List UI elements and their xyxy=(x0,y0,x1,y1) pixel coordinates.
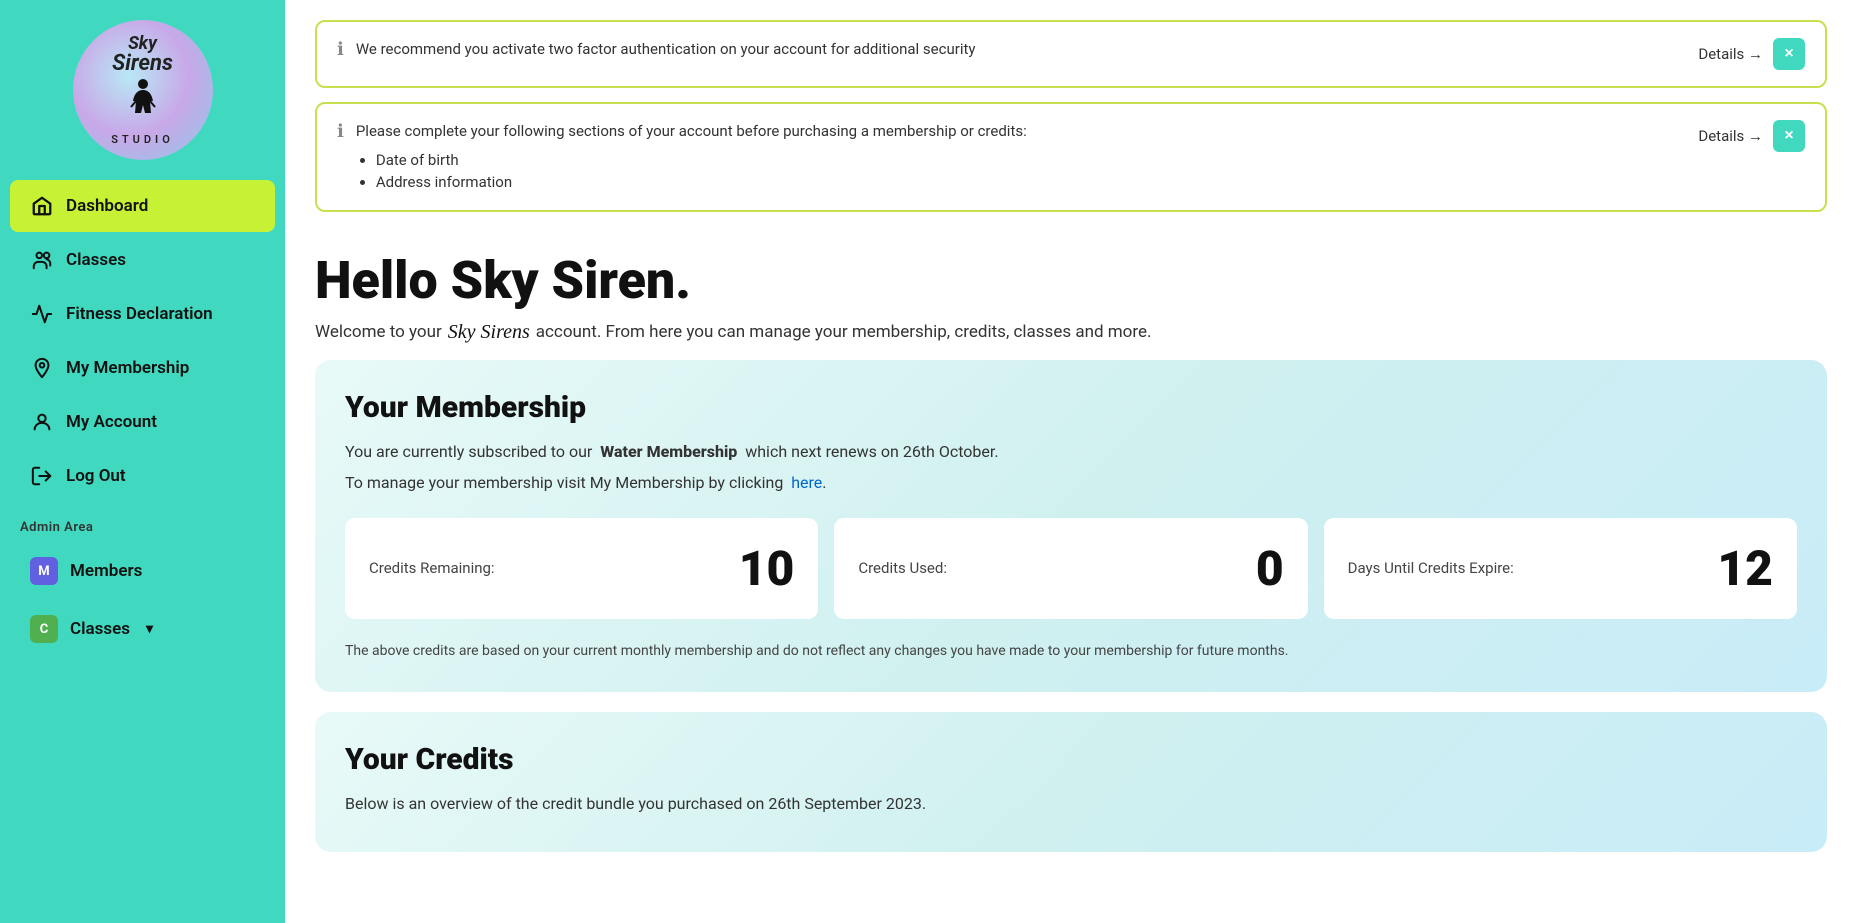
fitness-icon xyxy=(30,302,54,326)
stat-value-credits-used: 0 xyxy=(1256,540,1284,597)
stat-card-credits-used: Credits Used: 0 xyxy=(834,518,1307,619)
logout-icon xyxy=(30,464,54,488)
greeting-subtitle: Welcome to your Sky Sirens account. From… xyxy=(315,321,1827,344)
home-icon xyxy=(30,194,54,218)
admin-area-label: Admin Area xyxy=(0,504,285,543)
alert-account-message: Please complete your following sections … xyxy=(356,122,1027,140)
alert-account-right: Details → × xyxy=(1698,120,1805,152)
greeting-title: Hello Sky Siren. xyxy=(315,250,1827,311)
classes-icon xyxy=(30,248,54,272)
credits-subtitle: Below is an overview of the credit bundl… xyxy=(345,791,1797,817)
main-content: ℹ We recommend you activate two factor a… xyxy=(285,0,1857,923)
greeting-after: account. From here you can manage your m… xyxy=(536,322,1152,342)
stats-row: Credits Remaining: 10 Credits Used: 0 Da… xyxy=(345,518,1797,619)
sidebar-item-label-account: My Account xyxy=(66,412,157,432)
credits-card-title: Your Credits xyxy=(345,742,1797,777)
manage-text-before: To manage your membership visit My Membe… xyxy=(345,473,783,492)
alert-account-text: Please complete your following sections … xyxy=(356,120,1027,194)
sidebar-item-classes[interactable]: Classes xyxy=(10,234,275,286)
credits-card: Your Credits Below is an overview of the… xyxy=(315,712,1827,853)
sidebar-item-my-membership[interactable]: My Membership xyxy=(10,342,275,394)
alert-list-item-address: Address information xyxy=(376,171,1027,194)
account-icon xyxy=(30,410,54,434)
sidebar-item-dashboard[interactable]: Dashboard xyxy=(10,180,275,232)
credits-note: The above credits are based on your curr… xyxy=(345,641,1797,662)
alert-account-close-button[interactable]: × xyxy=(1773,120,1805,152)
membership-name: Water Membership xyxy=(600,442,737,461)
logo-text-siren: Sirens xyxy=(112,53,173,75)
alert-2fa-text: We recommend you activate two factor aut… xyxy=(356,38,976,61)
sidebar-item-my-account[interactable]: My Account xyxy=(10,396,275,448)
stat-card-days-expire: Days Until Credits Expire: 12 xyxy=(1324,518,1797,619)
alert-account-details-link[interactable]: Details → xyxy=(1698,127,1763,145)
sidebar-item-log-out[interactable]: Log Out xyxy=(10,450,275,502)
sidebar-item-label-classes-admin: Classes xyxy=(70,619,130,639)
membership-icon xyxy=(30,356,54,380)
sidebar-item-label-membership: My Membership xyxy=(66,358,189,378)
sidebar-item-label-logout: Log Out xyxy=(66,466,126,486)
alert-2fa: ℹ We recommend you activate two factor a… xyxy=(315,20,1827,88)
sidebar: Sky Sirens STUDIO Dashboard xyxy=(0,0,285,923)
membership-manage-desc: To manage your membership visit My Membe… xyxy=(345,470,1797,496)
info-icon-account: ℹ xyxy=(337,121,344,142)
sidebar-item-label-fitness: Fitness Declaration xyxy=(66,304,213,324)
chevron-down-icon: ▾ xyxy=(146,621,153,637)
alert-account-left: ℹ Please complete your following section… xyxy=(337,120,1686,194)
alert-account: ℹ Please complete your following section… xyxy=(315,102,1827,212)
stat-label-credits-used: Credits Used: xyxy=(858,559,947,577)
brand-name: Sky Sirens xyxy=(448,321,530,344)
stat-value-days-expire: 12 xyxy=(1717,540,1773,597)
alert-2fa-right: Details → × xyxy=(1698,38,1805,70)
stat-card-credits-remaining: Credits Remaining: 10 xyxy=(345,518,818,619)
membership-card-title: Your Membership xyxy=(345,390,1797,425)
info-icon-2fa: ℹ xyxy=(337,39,344,60)
alert-account-list: Date of birth Address information xyxy=(376,149,1027,194)
sidebar-item-label-dashboard: Dashboard xyxy=(66,196,148,216)
logo-figure xyxy=(123,77,163,129)
membership-desc-before: You are currently subscribed to our xyxy=(345,442,592,461)
logo-studio: STUDIO xyxy=(111,133,174,146)
membership-card: Your Membership You are currently subscr… xyxy=(315,360,1827,692)
stat-label-credits-remaining: Credits Remaining: xyxy=(369,559,495,577)
alert-2fa-left: ℹ We recommend you activate two factor a… xyxy=(337,38,1686,61)
sidebar-item-label-classes: Classes xyxy=(66,250,126,270)
greeting-section: Hello Sky Siren. Welcome to your Sky Sir… xyxy=(315,226,1827,360)
alert-2fa-details-link[interactable]: Details → xyxy=(1698,45,1763,63)
logo-text-sky: Sky xyxy=(128,35,157,53)
members-badge: M xyxy=(30,557,58,585)
sidebar-item-members[interactable]: M Members xyxy=(10,543,275,599)
nav-menu: Dashboard Classes Fitness Declaration xyxy=(0,180,285,504)
stat-value-credits-remaining: 10 xyxy=(739,540,795,597)
sidebar-item-label-members: Members xyxy=(70,561,142,581)
membership-here-link[interactable]: here xyxy=(791,473,822,492)
alert-list-item-dob: Date of birth xyxy=(376,149,1027,172)
membership-desc-1: You are currently subscribed to our Wate… xyxy=(345,439,1797,465)
sidebar-item-classes-admin[interactable]: C Classes ▾ xyxy=(10,601,275,657)
admin-nav-menu: M Members C Classes ▾ xyxy=(0,543,285,659)
alert-2fa-close-button[interactable]: × xyxy=(1773,38,1805,70)
greeting-before: Welcome to your xyxy=(315,322,442,342)
classes-admin-badge: C xyxy=(30,615,58,643)
logo: Sky Sirens STUDIO xyxy=(73,20,213,160)
manage-text-after: . xyxy=(822,473,826,492)
stat-label-days-expire: Days Until Credits Expire: xyxy=(1348,559,1514,577)
membership-desc-after: which next renews on 26th October. xyxy=(745,442,998,461)
sidebar-item-fitness-declaration[interactable]: Fitness Declaration xyxy=(10,288,275,340)
